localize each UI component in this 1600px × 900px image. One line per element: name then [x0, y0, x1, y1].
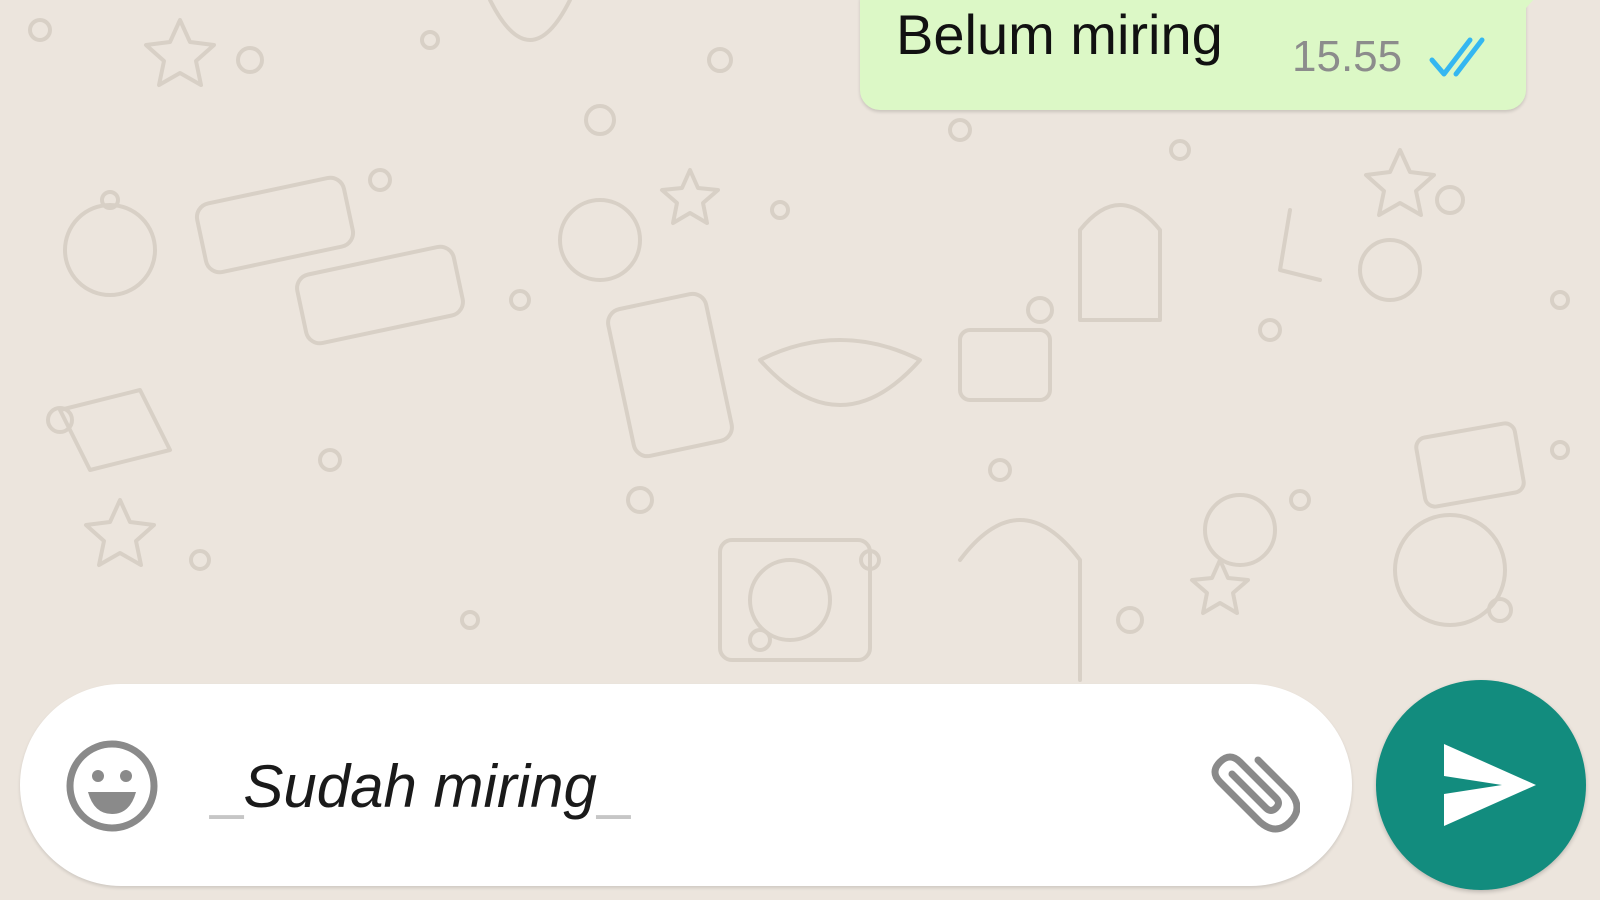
message-timestamp: 15.55 — [1292, 32, 1403, 81]
bubble-tail — [1510, 0, 1534, 8]
italic-marker-open: _ — [210, 753, 244, 820]
message-input-text: Sudah miring — [243, 753, 597, 820]
send-button[interactable] — [1376, 680, 1586, 890]
message-input[interactable]: _Sudah miring_ — [210, 752, 630, 821]
send-arrow-icon — [1444, 744, 1536, 826]
message-composer[interactable]: _Sudah miring_ — [20, 684, 1352, 886]
message-text: Belum miring — [896, 3, 1223, 66]
double-check-read-icon — [1429, 37, 1485, 77]
paperclip-icon[interactable] — [1200, 734, 1300, 834]
smiley-icon[interactable] — [64, 738, 160, 834]
outgoing-message-bubble[interactable]: Belum miring 15.55 — [860, 0, 1526, 110]
italic-marker-close: _ — [596, 753, 631, 820]
